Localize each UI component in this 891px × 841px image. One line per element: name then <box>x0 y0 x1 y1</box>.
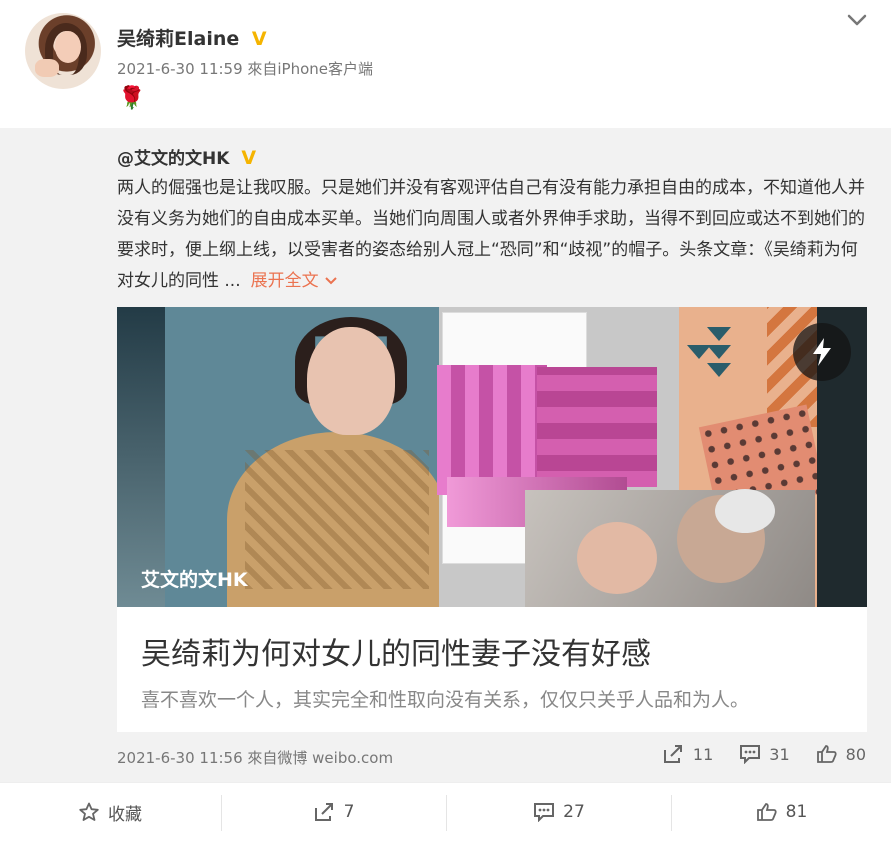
article-cover-image[interactable]: 艾文的文HK <box>117 307 867 607</box>
post-time-source[interactable]: 2021-6-30 11:59 來自iPhone客户端 <box>117 58 373 79</box>
favorite-button[interactable]: 收藏 <box>0 783 220 841</box>
weibo-post: 吴绮莉Elaine V 2021-6-30 11:59 來自iPhone客户端 … <box>0 0 891 840</box>
post-footer: 收藏 7 27 81 <box>0 782 891 840</box>
repost-count: 7 <box>343 802 355 822</box>
chevron-down-icon[interactable] <box>846 10 868 30</box>
retweet-author[interactable]: @艾文的文HK V <box>117 144 256 169</box>
star-icon <box>79 802 99 821</box>
retweet-comment-count: 31 <box>769 744 790 764</box>
article-source-label: 艾文的文HK <box>141 569 248 591</box>
comment-count: 27 <box>563 802 585 822</box>
retweet-body: 两人的倔强也是让我叹服。只是她们并没有客观评估自己有没有能力承担自由的成本，不知… <box>117 178 865 291</box>
repost-icon <box>663 745 682 763</box>
retweet-actions: 11 31 80 <box>663 744 866 764</box>
rose-emoji: 🌹 <box>118 86 146 111</box>
favorite-label: 收藏 <box>108 804 142 825</box>
retweet-author-text[interactable]: @艾文的文HK <box>117 149 229 169</box>
comment-icon <box>534 803 555 822</box>
retweet-comment-button[interactable]: 31 <box>739 744 790 764</box>
like-icon <box>756 803 777 821</box>
retweet-repost-button[interactable]: 11 <box>663 744 713 764</box>
retweet-time-source[interactable]: 2021-6-30 11:56 來自微博 weibo.com <box>117 747 393 768</box>
author-name-text[interactable]: 吴绮莉Elaine <box>117 28 239 50</box>
like-button[interactable]: 81 <box>672 783 891 841</box>
retweet-like-count: 80 <box>845 744 866 764</box>
article-description: 喜不喜欢一个人，其实完全和性取向没有关系，仅仅只关乎人品和为人。 <box>141 689 750 711</box>
author-name[interactable]: 吴绮莉Elaine V <box>117 24 267 51</box>
verified-badge-icon: V <box>251 28 267 50</box>
comment-icon <box>740 745 761 764</box>
expand-label[interactable]: 展开全文 <box>251 271 319 291</box>
author-avatar[interactable] <box>25 13 101 89</box>
retweet-text: 两人的倔强也是让我叹服。只是她们并没有客观评估自己有没有能力承担自由的成本，不知… <box>117 173 867 297</box>
chevron-down-icon <box>325 277 337 285</box>
retweet-repost-count: 11 <box>692 744 714 764</box>
retweet-like-button[interactable]: 80 <box>816 744 866 764</box>
repost-button[interactable]: 7 <box>222 783 446 841</box>
like-icon <box>816 745 837 763</box>
verified-badge-icon: V <box>241 147 257 169</box>
repost-icon <box>314 803 333 821</box>
like-count: 81 <box>785 802 808 822</box>
article-card[interactable]: 艾文的文HK 吴绮莉为何对女儿的同性妻子没有好感 喜不喜欢一个人，其实完全和性取… <box>117 307 867 732</box>
flash-icon[interactable] <box>793 323 851 381</box>
expand-full-text-link[interactable]: 展开全文 <box>251 271 338 291</box>
comment-button[interactable]: 27 <box>447 783 671 841</box>
article-title[interactable]: 吴绮莉为何对女儿的同性妻子没有好感 <box>141 629 651 673</box>
